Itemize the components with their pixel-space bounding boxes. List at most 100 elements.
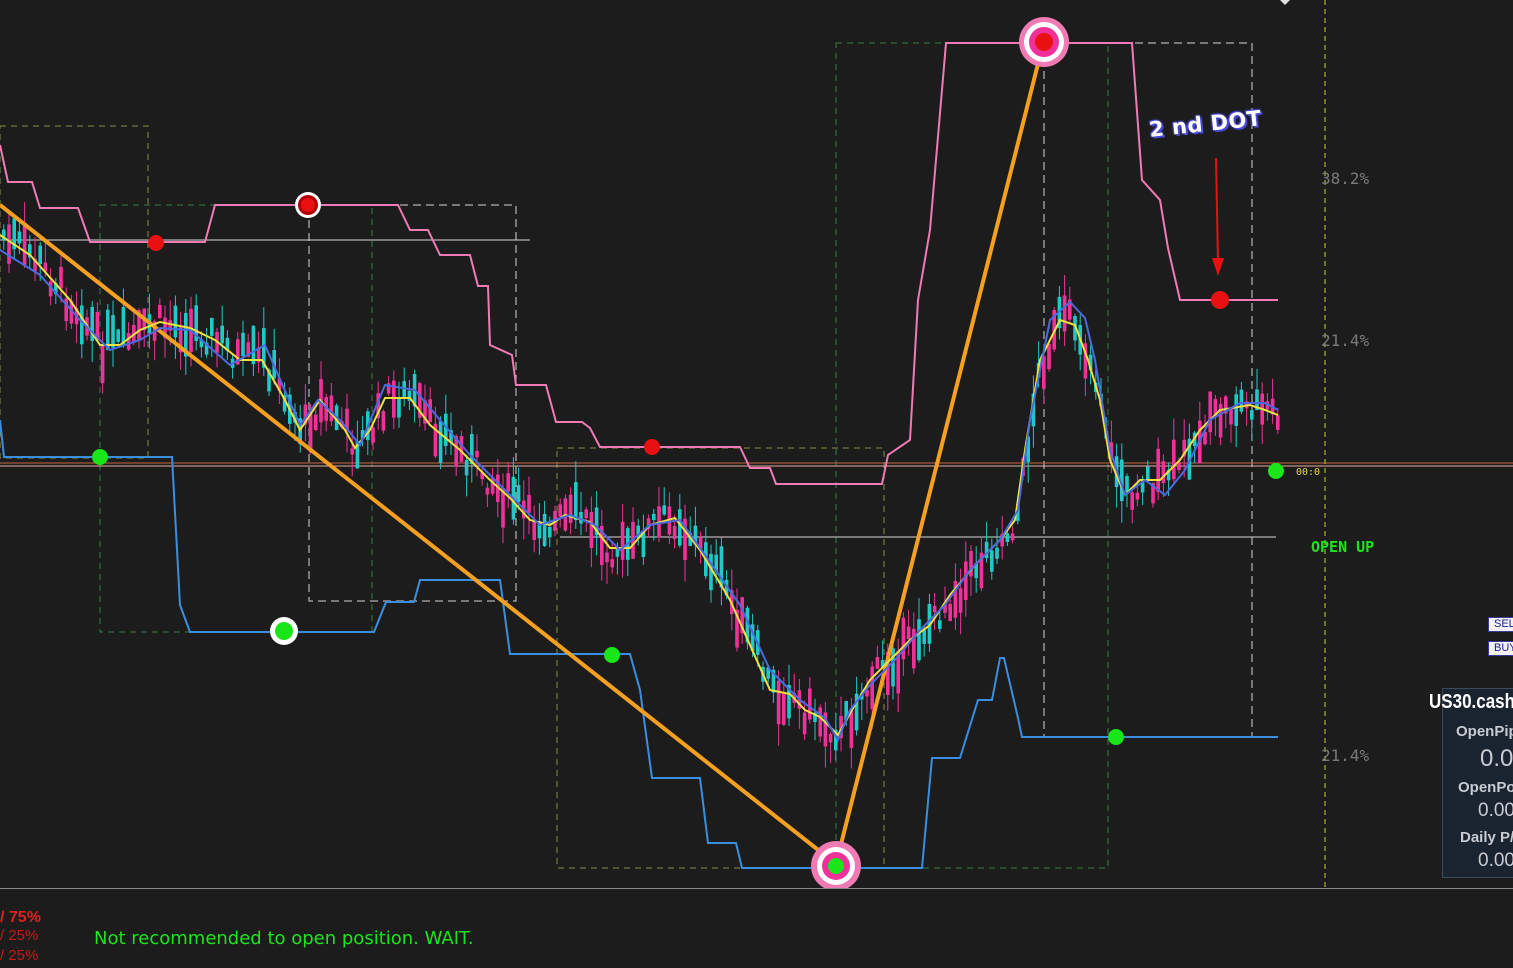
candle-body: [802, 712, 807, 735]
candle-body: [371, 427, 375, 443]
ratio-3: / 25%: [0, 947, 39, 964]
candle-body: [1130, 492, 1134, 510]
sell-dot-2nd: [1211, 291, 1229, 309]
fib-level-middle: 21.4%: [1321, 331, 1370, 350]
candle-body: [672, 525, 677, 539]
candle-body: [906, 626, 911, 640]
candle-body: [922, 629, 926, 644]
candle-body: [932, 605, 937, 613]
candle-body: [558, 504, 562, 517]
zigzag-line: [0, 43, 1045, 868]
buy-dot-current: [1268, 463, 1284, 479]
candle-body: [542, 513, 547, 547]
candle-body: [776, 680, 781, 725]
candle-body: [938, 620, 942, 629]
candle-body: [584, 509, 588, 519]
candle-body: [173, 305, 178, 338]
candle-body: [589, 512, 594, 549]
candle-body: [532, 520, 536, 540]
candle-body: [568, 494, 573, 524]
candle-body: [1229, 408, 1233, 425]
candle-body: [574, 482, 578, 521]
candle-body: [875, 656, 880, 669]
open-pips-value: 0.00: [1480, 745, 1513, 772]
buy-button[interactable]: BUY: [1488, 641, 1513, 656]
candle-body: [1234, 394, 1238, 426]
candle-body: [121, 307, 126, 345]
candle-body: [1172, 439, 1176, 480]
candle-body: [116, 329, 120, 342]
candle-body: [251, 325, 256, 365]
candle-body: [958, 588, 963, 613]
candle-body: [610, 559, 614, 568]
open-positions-label: OpenPos: [1458, 779, 1513, 796]
bar-timer: 00:0: [1296, 467, 1321, 478]
candle-body: [917, 619, 921, 661]
candle-body: [1250, 410, 1254, 420]
support-line: [0, 419, 1278, 869]
candle-body: [605, 552, 609, 563]
candle-body: [1135, 492, 1140, 500]
candle-body: [1161, 461, 1166, 484]
candle-body: [506, 473, 510, 492]
candle-body: [1005, 533, 1010, 542]
candle-body: [464, 460, 469, 476]
candle-body: [579, 511, 583, 524]
range-boxes: [0, 42, 1253, 869]
candle-body: [1208, 391, 1212, 433]
open-positions-value: 0.00: [1478, 800, 1513, 821]
candle-body: [241, 332, 245, 357]
open-pips-label: OpenPips: [1456, 723, 1513, 740]
wait-message: Not recommended to open position. WAIT.: [94, 928, 474, 949]
sell-dot: [644, 439, 660, 455]
candle-body: [948, 603, 952, 622]
signal-label: OPEN UP: [1311, 538, 1375, 556]
candle-body: [397, 397, 401, 418]
candle-body: [782, 691, 786, 725]
candle-body: [475, 450, 479, 458]
candle-body: [438, 421, 443, 463]
price-chart[interactable]: [0, 0, 1513, 967]
candle-body: [891, 648, 895, 687]
candle-body: [1062, 295, 1067, 332]
signal-dots: [92, 17, 1284, 891]
fib-level-upper: 38.2%: [1321, 169, 1370, 188]
candle-body: [678, 509, 682, 546]
candle-body: [7, 224, 11, 264]
candle-body: [808, 688, 812, 720]
candle-body: [1010, 533, 1015, 541]
sell-button[interactable]: SELL: [1488, 617, 1513, 632]
candle-body: [548, 526, 552, 538]
buy-dot: [92, 449, 108, 465]
candle-body: [1276, 415, 1280, 430]
candle-body: [1146, 466, 1150, 480]
candle-body: [662, 505, 666, 515]
candle-body: [17, 231, 22, 244]
scroll-marker[interactable]: [1280, 0, 1290, 5]
candle-body: [516, 485, 521, 503]
candle-body: [652, 513, 656, 521]
candle-body: [158, 304, 162, 319]
candle-body: [818, 707, 822, 737]
candle-body: [381, 411, 386, 431]
candle-body: [1239, 389, 1244, 412]
resistance-line: [0, 42, 1278, 485]
ratio-2: / 25%: [0, 927, 39, 944]
candle-body: [1156, 448, 1160, 493]
candle-body: [210, 317, 214, 336]
candle-body: [964, 561, 968, 601]
candle-body: [126, 332, 131, 350]
reference-lines: [0, 0, 1513, 888]
annotation-arrow: [1212, 157, 1224, 276]
ratio-1: / 75%: [0, 909, 41, 926]
candle-body: [444, 413, 448, 447]
candle-body: [106, 309, 110, 350]
candle-body: [527, 494, 531, 513]
candle-body: [485, 487, 490, 495]
candle-body: [901, 617, 906, 660]
candle-body: [620, 521, 625, 560]
sell-dot: [148, 235, 164, 251]
fib-level-lower: 21.4%: [1321, 746, 1370, 765]
candle-body: [22, 223, 27, 266]
candle-body: [314, 414, 318, 431]
